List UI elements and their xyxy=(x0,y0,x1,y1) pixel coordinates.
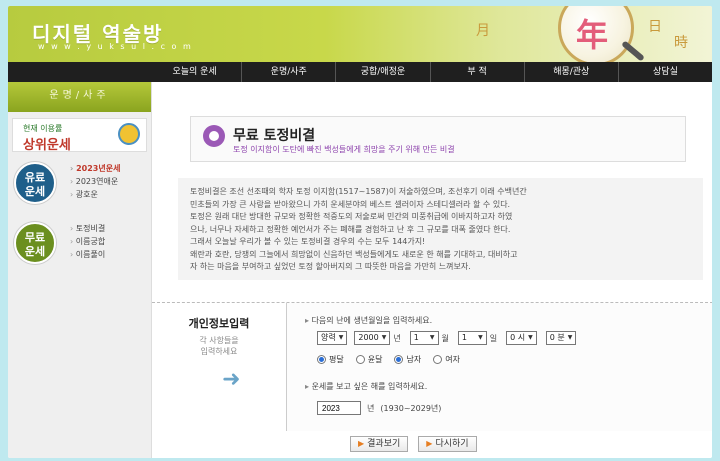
sidebar-item-2023-love[interactable]: 2023연애운 xyxy=(70,175,120,188)
calendar-select[interactable]: 양력 ▼ xyxy=(317,331,348,345)
birthdate-row: 양력 ▼ 2000 ▼ 년 1 ▼ 월 1 ▼ 일 0 시 ▼ 0 분 ▼ xyxy=(317,331,577,345)
form-fields: 다음의 난에 생년월일을 입력하세요. 양력▼ 2000▼ 년 1 ▼ 월 1 … xyxy=(286,303,712,431)
intro-line: 토정비결은 조선 선조때의 학자 토정 이지함(1517~1587)이 저술하였… xyxy=(190,187,527,196)
intro-line: 왜란과 호란, 당쟁의 그늘에서 희망없이 신음하던 백성들에게도 새로운 한 … xyxy=(190,249,518,259)
intro-text: 토정비결은 조선 선조때의 학자 토정 이지함(1517~1587)이 저술하였… xyxy=(178,178,703,280)
free-fortune-badge[interactable]: 무료 운세 xyxy=(14,222,56,264)
month-unit: 월 xyxy=(441,333,449,343)
chevron-down-icon: ▼ xyxy=(338,334,344,341)
radio-pyeongdal[interactable]: 평달 xyxy=(317,354,344,365)
sidebar-heading: 운명/사주 xyxy=(8,82,151,112)
intro-line: 그래서 오늘날 우리가 볼 수 있는 토정비결 경우의 수는 모두 144가지! xyxy=(190,237,426,246)
intro-line: 으나, 너무나 자세하고 정확한 예언서가 주는 폐해를 경험하고 난 후 그 … xyxy=(190,224,511,234)
banner-big-text: 상위운세 xyxy=(23,138,71,153)
site-url: w w w . y u k s u l . c o m xyxy=(38,42,193,51)
nav-today[interactable]: 오늘의 운세 xyxy=(148,62,241,82)
radio-dot xyxy=(355,355,365,364)
main-nav: 오늘의 운세 운명/사주 궁합/애정운 부 적 해몽/관상 상담실 xyxy=(8,62,712,82)
chevron-down-icon: ▼ xyxy=(567,334,573,341)
radio-dot xyxy=(317,355,326,364)
play-icon: ▶ xyxy=(426,439,433,448)
radio-male[interactable]: 남자 xyxy=(394,354,421,365)
radio-dot xyxy=(394,355,404,364)
reset-button[interactable]: ▶ 다시하기 xyxy=(418,436,477,452)
radio-female[interactable]: 여자 xyxy=(433,354,460,365)
nav-saju[interactable]: 운명/사주 xyxy=(241,62,335,82)
play-icon: ▶ xyxy=(358,439,365,448)
sidebar-item-2023-fortune[interactable]: 2023년운세 xyxy=(70,162,120,175)
hanja-month: 月 xyxy=(476,23,490,39)
page-subtitle: 토정 이지함이 도탄에 빠진 백성들에게 희망을 주기 위해 만든 비결 xyxy=(233,145,455,154)
title-box: 무료 토정비결 토정 이지함이 도탄에 빠진 백성들에게 희망을 주기 위해 만… xyxy=(190,116,686,162)
hour-select[interactable]: 0 시 ▼ xyxy=(506,331,537,345)
year-unit: 년 xyxy=(393,333,401,343)
intro-line: 민초들의 가장 큰 사랑을 받아왔으니 가히 운세분야의 베스트 셀러이자 스테… xyxy=(190,199,511,209)
target-year-row: 년 (1930~2029년) xyxy=(317,401,441,415)
sidebar-item-tojeong[interactable]: 토정비결 xyxy=(70,222,105,235)
sidebar: 운명/사주 현재 이용률 상위운세 유료 운세 2023년운세 2023연애운 … xyxy=(8,82,151,458)
target-year-input[interactable] xyxy=(317,401,361,415)
month-select[interactable]: 1 ▼ xyxy=(409,331,439,345)
sidebar-item-name-match[interactable]: 이름궁합 xyxy=(70,235,105,248)
form-buttons: ▶ 결과보기 ▶ 다시하기 xyxy=(350,436,477,452)
personal-info-form: 개인정보입력 각 사항들을 입력하세요 ➜ 다음의 난에 생년월일을 입력하세요… xyxy=(152,302,712,431)
hanja-time: 時 xyxy=(674,35,688,51)
nav-sangdam[interactable]: 상담실 xyxy=(617,62,712,82)
intro-line: 자 하는 마음을 부여하고 싶었던 토정 할아버지의 그 따뜻한 마음을 가만히… xyxy=(190,262,471,271)
paid-fortune-badge[interactable]: 유료 운세 xyxy=(14,162,56,204)
form-title: 개인정보입력 xyxy=(188,317,250,330)
chevron-down-icon: ▼ xyxy=(528,334,533,341)
page-frame: 디지털 역술방 w w w . y u k s u l . c o m 月 年 … xyxy=(8,6,712,458)
chevron-down-icon: ▼ xyxy=(381,334,387,341)
day-unit: 일 xyxy=(489,333,498,343)
free-fortune-section: 무료 운세 토정비결 이름궁합 이름풀이 xyxy=(8,220,151,272)
banner-small-text: 현재 이용률 xyxy=(23,124,63,133)
popularity-banner[interactable]: 현재 이용률 상위운세 xyxy=(12,118,147,153)
year-select[interactable]: 2000 ▼ xyxy=(354,331,391,345)
header: 디지털 역술방 w w w . y u k s u l . c o m 月 年 … xyxy=(8,6,712,66)
target-year-range: (1930~2029년) xyxy=(380,403,442,413)
minute-select[interactable]: 0 분 ▼ xyxy=(545,331,577,345)
radio-dot xyxy=(433,355,443,364)
target-year-question: 운세를 보고 싶은 해를 입력하세요. xyxy=(305,381,428,392)
page-title: 무료 토정비결 xyxy=(233,128,316,144)
title-bullet-icon xyxy=(203,125,225,147)
nav-gunghap[interactable]: 궁합/애정운 xyxy=(335,62,429,82)
nav-bujeok[interactable]: 부 적 xyxy=(429,62,524,82)
intro-line: 토정은 원래 대단 방대한 규모와 정확한 적중도의 저술로써 민간의 미풍취급… xyxy=(190,212,513,221)
sidebar-item-name-reading[interactable]: 이름풀이 xyxy=(70,248,105,261)
radio-yundal[interactable]: 윤달 xyxy=(355,354,382,365)
hanja-day: 日 xyxy=(648,19,662,35)
target-year-unit: 년 xyxy=(367,403,375,413)
main-content: 무료 토정비결 토정 이지함이 도탄에 빠진 백성들에게 희망을 주기 위해 만… xyxy=(151,82,712,458)
chevron-down-icon: ▼ xyxy=(429,334,435,341)
result-button[interactable]: ▶ 결과보기 xyxy=(350,436,409,452)
form-note: 각 사항들을 입력하세요 xyxy=(199,336,239,356)
chevron-down-icon: ▼ xyxy=(478,334,483,341)
form-label-area: 개인정보입력 각 사항들을 입력하세요 ➜ xyxy=(164,315,274,392)
sidebar-item-gwangho[interactable]: 광호운 xyxy=(70,188,120,201)
day-select[interactable]: 1 ▼ xyxy=(457,331,487,345)
birthdate-question: 다음의 난에 생년월일을 입력하세요. xyxy=(305,315,433,326)
nav-haemong[interactable]: 해몽/관상 xyxy=(523,62,618,82)
hanja-year: 年 xyxy=(576,16,609,54)
arrow-right-icon: ➜ xyxy=(222,367,241,392)
medal-icon xyxy=(118,123,140,145)
paid-fortune-section: 유료 운세 2023년운세 2023연애운 광호운 xyxy=(8,160,151,212)
option-radios: 평달 윤달 남자 여자 xyxy=(317,354,460,365)
